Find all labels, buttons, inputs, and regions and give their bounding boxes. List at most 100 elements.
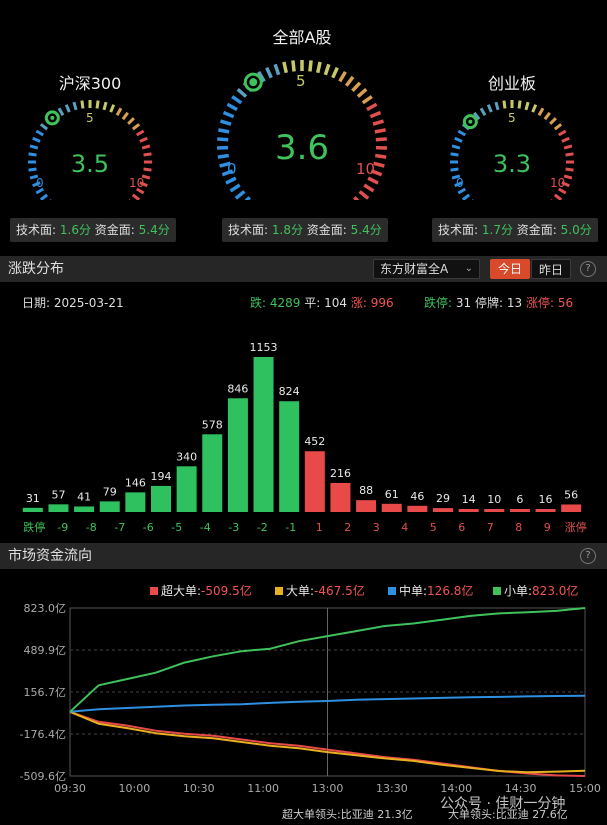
bar	[22, 507, 43, 512]
gauge-tick	[461, 193, 471, 200]
gauge-tick	[139, 136, 148, 143]
distribution-title: 涨跌分布	[8, 261, 64, 277]
bar-value-label: 216	[330, 467, 351, 480]
x-tick-label: 4	[401, 521, 408, 534]
gauge-min-hs300: 0	[36, 176, 44, 190]
gauge-tick	[102, 101, 108, 111]
x-tick-label: -2	[257, 521, 268, 534]
gauge-tick	[39, 123, 49, 131]
x-tick-label: 5	[430, 521, 437, 534]
fund-score: 5.0分	[560, 223, 592, 237]
gauge-tick	[338, 71, 347, 83]
legend-swatch	[275, 587, 283, 595]
market-select-value: 东方财富全A	[380, 262, 449, 276]
gauge-tick	[131, 193, 141, 200]
bar	[330, 482, 351, 512]
bar-value-label: 79	[103, 485, 117, 498]
gauge-tick	[553, 123, 563, 131]
chevron-down-icon: ⌄	[464, 263, 473, 274]
x-tick-label: -4	[200, 521, 211, 534]
bar	[356, 500, 377, 512]
gauge-tick	[225, 176, 237, 185]
gauge-tick	[374, 128, 386, 134]
bar	[509, 509, 530, 512]
gauge-tick	[29, 144, 39, 150]
x-tick-label: -5	[171, 521, 182, 534]
gauge-title-hs300: 沪深300	[58, 74, 122, 93]
score-box-hs300: 技术面: 1.6分 资金面: 5.4分	[10, 218, 176, 242]
fund-score: 5.4分	[350, 223, 382, 237]
bar	[99, 501, 120, 512]
gauge-tick	[565, 167, 574, 172]
gauge-tick	[28, 152, 37, 157]
gauge-tick	[136, 129, 145, 137]
gauge-tick	[273, 63, 281, 76]
tech-score: 1.8分	[271, 223, 303, 237]
date-value: 2025-03-21	[53, 296, 124, 310]
y-tick-label: 823.0亿	[24, 602, 67, 615]
tech-score: 1.6分	[59, 223, 91, 237]
help-icon[interactable]: ?	[580, 261, 596, 277]
gauge-tick	[219, 119, 232, 126]
bar-value-label: 31	[26, 492, 40, 505]
gauge-tick	[524, 101, 530, 111]
bar-value-label: 146	[125, 476, 146, 489]
gauge-tick	[353, 196, 360, 200]
gauge-tick	[80, 100, 85, 109]
x-tick-label: 11:00	[247, 782, 279, 795]
x-tick-label: 7	[487, 521, 494, 534]
gauge-mid-chinext: 5	[508, 111, 516, 125]
limit-down-count: 31	[455, 296, 472, 310]
gauge-max-all-a: 10	[356, 160, 376, 178]
gauge-tick	[561, 136, 570, 143]
x-tick-label: -8	[86, 521, 97, 534]
gauge-tick	[131, 123, 141, 131]
bar-value-label: 29	[436, 492, 450, 505]
gauge-tick	[367, 176, 379, 185]
bar-value-label: 194	[151, 470, 172, 483]
bar	[458, 509, 479, 512]
fund-flow-line-chart: 823.0亿489.9亿156.7亿-176.4亿-509.6亿09:30 10:…	[20, 602, 601, 795]
bar	[561, 504, 582, 512]
bar-value-label: 340	[176, 450, 197, 463]
yesterday-button[interactable]: 昨日	[531, 259, 571, 279]
gauge-max-hs300: 10	[129, 176, 145, 190]
flat-count: 104	[324, 296, 348, 310]
tech-label: 技术面:	[438, 223, 479, 237]
bar	[253, 357, 274, 512]
today-button[interactable]: 今日	[490, 259, 530, 279]
bar	[74, 506, 95, 512]
x-tick-label: 09:30	[54, 782, 86, 795]
x-tick-label: 9	[544, 521, 551, 534]
bar	[125, 492, 146, 512]
gauge-tick	[549, 117, 557, 125]
gauge-tick	[64, 104, 71, 113]
x-tick-label: 3	[373, 521, 380, 534]
gauge-tick	[450, 152, 459, 157]
bar	[304, 451, 325, 512]
footer-super-large-leader: 超大单领头:比亚迪 21.3亿	[282, 806, 413, 822]
x-tick-label: -7	[114, 521, 125, 534]
bar-value-label: 578	[202, 418, 223, 431]
gauge-tick	[356, 88, 368, 98]
gauge-tick	[375, 137, 387, 142]
limit-down-label: 跌停:	[424, 296, 453, 310]
x-tick-label: 13:00	[312, 782, 344, 795]
gauge-tick	[450, 167, 459, 172]
gauge-tick	[282, 61, 288, 74]
gauge-tick	[127, 117, 135, 125]
help-icon[interactable]: ?	[580, 548, 596, 564]
market-select-dropdown[interactable]: 东方财富全A ⌄	[373, 259, 480, 279]
halt-count: 13	[506, 296, 523, 310]
gauge-tick	[517, 100, 522, 109]
bar-value-label: 61	[385, 488, 399, 501]
gauge-tick	[372, 119, 385, 126]
footer-label: 超大单领头:	[282, 808, 341, 821]
gauge-tick	[308, 60, 313, 72]
flow-title: 市场资金流向	[8, 548, 92, 564]
gauge-tick	[32, 136, 41, 143]
gauge-tick	[563, 174, 573, 180]
y-tick-label: -176.4亿	[20, 728, 66, 741]
gauge-tick	[229, 183, 241, 193]
gauge-tick	[121, 111, 129, 121]
